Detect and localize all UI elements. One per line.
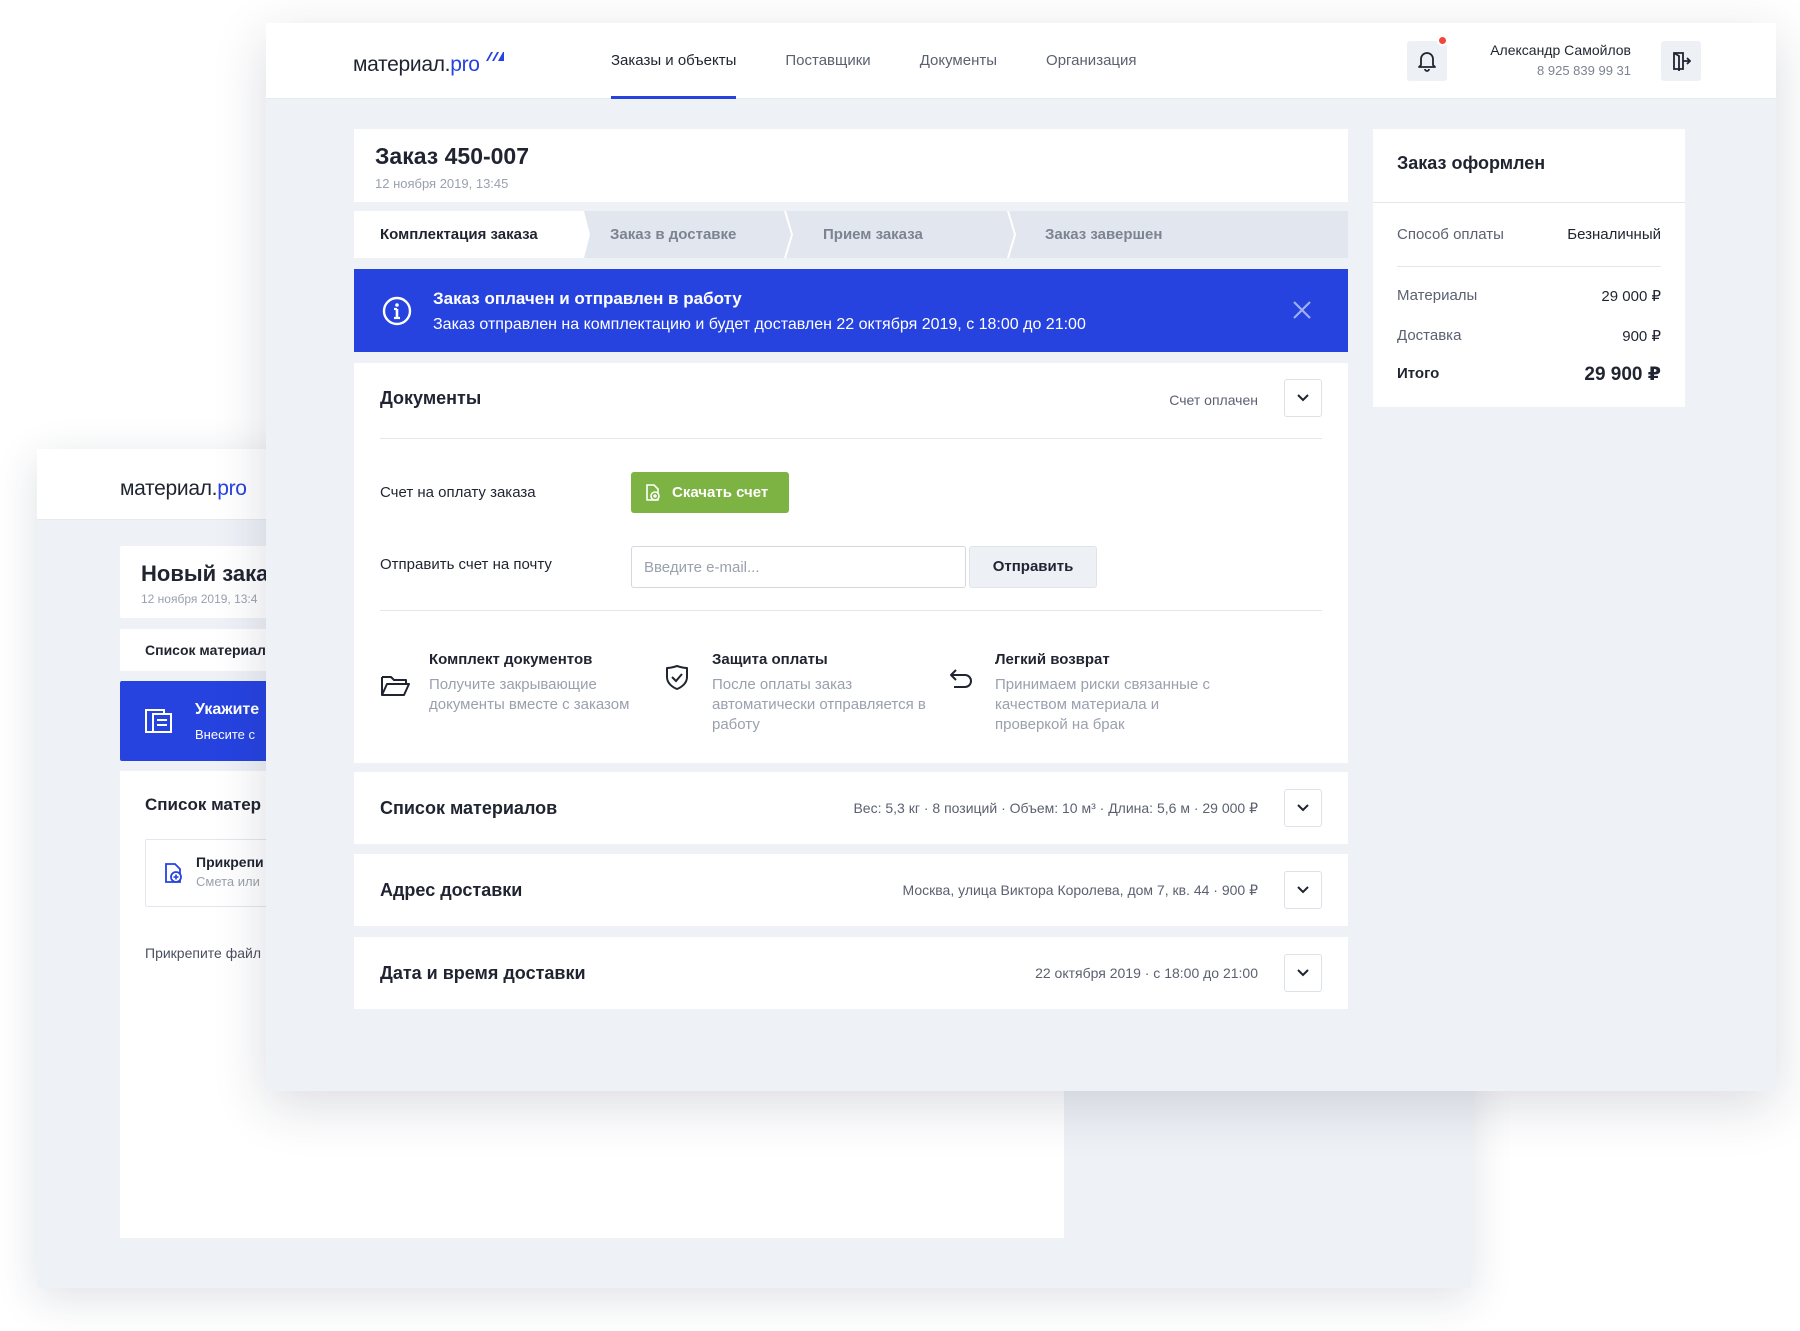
order-summary-card: Заказ оформлен Способ оплаты Безналичный… [1373, 129, 1685, 407]
info-icon [382, 296, 412, 326]
email-label: Отправить счет на почту [380, 556, 552, 573]
payment-label: Способ оплаты [1397, 226, 1504, 243]
logout-icon [1673, 52, 1691, 71]
address-section[interactable]: Адрес доставки Москва, улица Виктора Кор… [354, 854, 1348, 926]
feature-title: Комплект документов [429, 651, 593, 668]
summary-title: Заказ оформлен [1397, 153, 1546, 173]
delivery-time-title: Дата и время доставки [380, 963, 586, 983]
order-date: 12 ноября 2019, 13:45 [375, 176, 509, 191]
alert-text: Заказ отправлен на комплектацию и будет … [433, 316, 1086, 333]
divider [1397, 266, 1661, 267]
address-title: Адрес доставки [380, 880, 523, 900]
delivery-value: 900 ₽ [1622, 328, 1661, 345]
address-meta: Москва, улица Виктора Королева, дом 7, к… [902, 882, 1258, 898]
back-banner-text: Внесите с [195, 727, 255, 742]
close-icon[interactable] [1292, 300, 1312, 320]
logo-mark-icon [486, 52, 505, 61]
delivery-time-toggle-button[interactable] [1284, 954, 1322, 992]
notifications-button[interactable] [1407, 41, 1447, 81]
documents-section: Документы Счет оплачен Счет на оплату за… [354, 363, 1348, 763]
back-logo[interactable]: материал.pro [120, 477, 247, 501]
download-file-icon [646, 484, 660, 501]
chevron-down-icon [1297, 886, 1309, 894]
address-toggle-button[interactable] [1284, 871, 1322, 909]
attach-file-icon [165, 863, 182, 883]
download-invoice-button[interactable]: Скачать счет [631, 472, 789, 513]
materials-toggle-button[interactable] [1284, 789, 1322, 827]
materials-value: 29 000 ₽ [1601, 288, 1661, 305]
total-value: 29 900 ₽ [1584, 364, 1661, 385]
back-attach-sub: Смета или [196, 874, 260, 889]
materials-title: Список материалов [380, 798, 558, 818]
documents-toggle-button[interactable] [1284, 379, 1322, 417]
order-stepper: Комплектация заказа Заказ в доставке При… [354, 211, 1348, 258]
step-delivery[interactable]: Заказ в доставке [584, 211, 797, 258]
back-banner-title: Укажите [195, 701, 260, 718]
total-label: Итого [1397, 365, 1440, 382]
materials-meta: Вес: 5,3 кг · 8 позиций · Объем: 10 м³ ·… [853, 800, 1258, 816]
logout-button[interactable] [1661, 41, 1701, 81]
materials-label: Материалы [1397, 287, 1478, 304]
back-section-title: Список матер [145, 795, 262, 814]
send-button[interactable]: Отправить [969, 546, 1097, 588]
chevron-down-icon [1297, 394, 1309, 402]
notification-badge [1437, 35, 1448, 46]
bell-icon [1418, 52, 1436, 72]
alert-title: Заказ оплачен и отправлен в работу [433, 289, 742, 308]
documents-title: Документы [380, 388, 482, 408]
return-arrow-icon [950, 669, 972, 688]
order-header-card: Заказ 450-007 12 ноября 2019, 13:45 [354, 129, 1348, 202]
divider [380, 610, 1322, 611]
back-note: Прикрепите файл [145, 945, 261, 961]
delivery-label: Доставка [1397, 327, 1462, 344]
payment-value: Безналичный [1567, 226, 1661, 243]
step-separator-icon [784, 211, 794, 258]
nav-suppliers[interactable]: Поставщики [785, 23, 870, 99]
step-assembly[interactable]: Комплектация заказа [354, 211, 590, 258]
user-phone: 8 925 839 99 31 [1537, 63, 1631, 78]
back-order-date: 12 ноября 2019, 13:4 [141, 592, 258, 606]
success-alert: Заказ оплачен и отправлен в работу Заказ… [354, 269, 1348, 352]
top-header: материал.pro Заказы и объекты Поставщики… [266, 23, 1776, 99]
main-window: материал.pro Заказы и объекты Поставщики… [266, 23, 1776, 1091]
step-completed[interactable]: Заказ завершен [1019, 211, 1348, 258]
step-receive[interactable]: Прием заказа [797, 211, 1019, 258]
nav-documents[interactable]: Документы [920, 23, 997, 99]
nav-orders[interactable]: Заказы и объекты [611, 23, 737, 99]
shield-check-icon [666, 665, 688, 690]
logo[interactable]: материал.pro [353, 52, 505, 77]
feature-desc: Принимаем риски связанные с качеством ма… [995, 676, 1210, 733]
user-name[interactable]: Александр Самойлов [1490, 42, 1631, 58]
feature-title: Защита оплаты [712, 651, 828, 668]
email-field[interactable] [631, 546, 966, 588]
folder-icon [381, 676, 410, 696]
chevron-down-icon [1297, 804, 1309, 812]
feature-title: Легкий возврат [995, 651, 1110, 668]
delivery-time-section[interactable]: Дата и время доставки 22 октября 2019 · … [354, 937, 1348, 1009]
back-attach-title: Прикрепи [196, 854, 264, 870]
divider [1373, 202, 1685, 203]
list-icon [145, 709, 172, 733]
invoice-label: Счет на оплату заказа [380, 484, 536, 501]
divider [380, 438, 1322, 439]
page-title: Заказ 450-007 [375, 143, 530, 169]
feature-desc: После оплаты заказ автоматически отправл… [712, 676, 926, 733]
feature-desc: Получите закрывающие документы вместе с … [429, 676, 630, 713]
nav-organization[interactable]: Организация [1046, 23, 1136, 99]
chevron-down-icon [1297, 969, 1309, 977]
materials-section[interactable]: Список материалов Вес: 5,3 кг · 8 позици… [354, 772, 1348, 844]
delivery-time-meta: 22 октября 2019 · с 18:00 до 21:00 [1035, 965, 1258, 981]
back-order-title: Новый зака [141, 561, 269, 586]
main-nav: Заказы и объекты Поставщики Документы Ор… [611, 23, 1186, 99]
documents-status: Счет оплачен [1169, 392, 1258, 408]
